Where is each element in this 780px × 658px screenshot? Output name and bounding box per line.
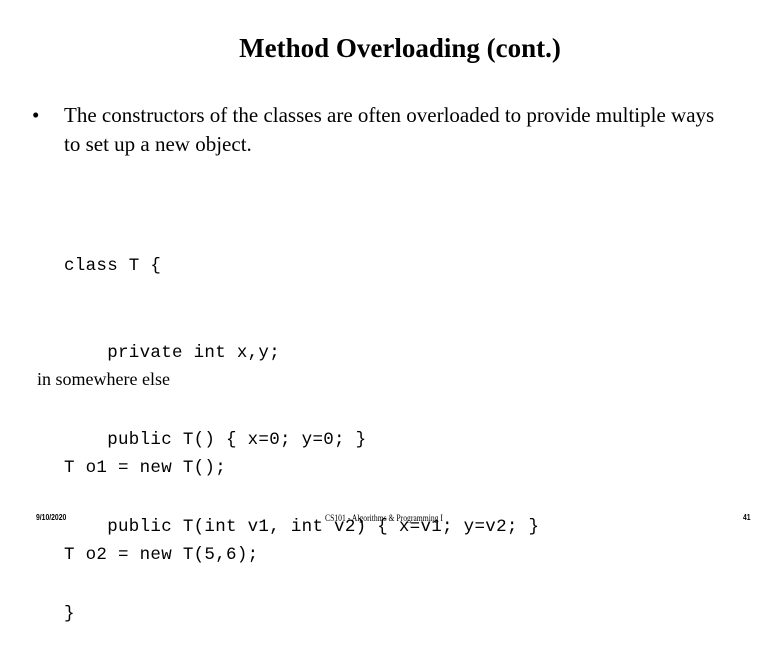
- bullet-marker: •: [32, 103, 40, 127]
- usage-code-block: T o1 = new T(); T o2 = new T(5,6);: [64, 396, 258, 599]
- code-line: class T {: [64, 256, 162, 276]
- code-line: T o2 = new T(5,6);: [64, 545, 259, 565]
- bullet-text: The constructors of the classes are ofte…: [64, 103, 715, 156]
- footer-page-number: 41: [743, 513, 751, 522]
- bullet-point: • The constructors of the classes are of…: [32, 101, 732, 159]
- slide-title: Method Overloading (cont.): [239, 33, 561, 63]
- usage-label: in somewhere else: [37, 369, 170, 389]
- code-line: private int x,y;: [64, 343, 281, 363]
- code-line: T o1 = new T();: [64, 458, 227, 478]
- footer-course: CS101 - Algorithms & Programming I: [325, 513, 443, 523]
- footer-date: 9/10/2020: [36, 513, 67, 522]
- code-line: }: [64, 604, 75, 624]
